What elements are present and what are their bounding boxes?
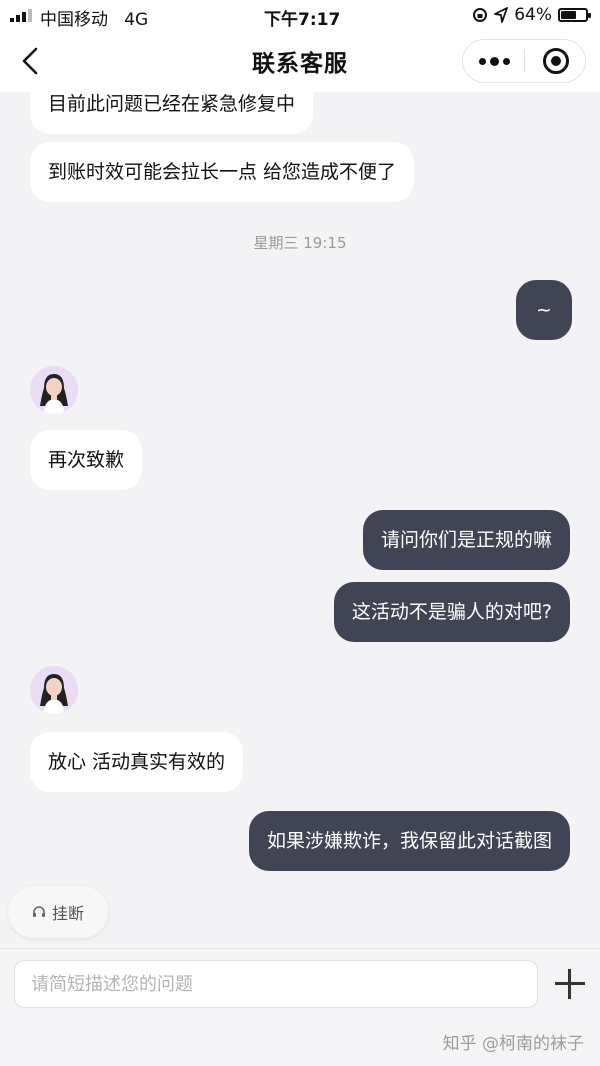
agent-avatar <box>30 366 78 414</box>
hangup-label: 挂断 <box>51 904 84 923</box>
target-close-icon[interactable] <box>543 48 569 74</box>
agent-message: 到账时效可能会拉长一点 给您造成不便了 <box>30 142 415 202</box>
nav-bar: 联系客服 <box>0 30 600 92</box>
user-message: 请问你们是正规的嘛 <box>362 510 570 570</box>
orientation-lock-icon <box>473 8 488 22</box>
avatar-icon <box>30 366 78 414</box>
avatar-icon <box>30 666 78 714</box>
more-dots-icon[interactable] <box>463 40 525 82</box>
location-icon <box>494 7 509 23</box>
network-type: 4G <box>124 10 149 30</box>
plus-icon[interactable] <box>555 969 585 999</box>
chat-area[interactable]: 目前此问题已经在紧急修复中 到账时效可能会拉长一点 给您造成不便了 星期三 19… <box>0 92 600 948</box>
chat-timestamp: 星期三 19:15 <box>253 234 347 252</box>
carrier-name: 中国移动 <box>40 10 108 30</box>
headset-icon <box>32 906 45 917</box>
user-message: ~ <box>516 280 572 340</box>
status-time: 下午7:17 <box>264 10 341 30</box>
agent-message: 放心 活动真实有效的 <box>30 732 244 792</box>
agent-message: 再次致歉 <box>30 430 143 490</box>
signal-icon <box>10 9 32 22</box>
agent-avatar <box>30 666 78 714</box>
battery-fill <box>561 11 577 19</box>
capsule-divider <box>524 50 525 72</box>
mini-program-capsule <box>462 39 586 83</box>
battery-icon <box>558 8 591 22</box>
status-bar: 中国移动 4G 下午7:17 64% <box>0 0 600 30</box>
watermark: 知乎 @柯南的袜子 <box>442 1034 584 1054</box>
user-message: 这活动不是骗人的对吧? <box>333 582 570 642</box>
battery-percent: 64% <box>514 5 552 25</box>
status-right-group: 64% <box>472 5 591 25</box>
message-input[interactable] <box>14 960 538 1008</box>
hangup-button[interactable]: 挂断 <box>8 886 108 938</box>
user-message: 如果涉嫌欺诈，我保留此对话截图 <box>248 811 570 871</box>
agent-message: 目前此问题已经在紧急修复中 <box>30 92 314 134</box>
input-bar: 知乎 @柯南的袜子 <box>0 948 600 1066</box>
